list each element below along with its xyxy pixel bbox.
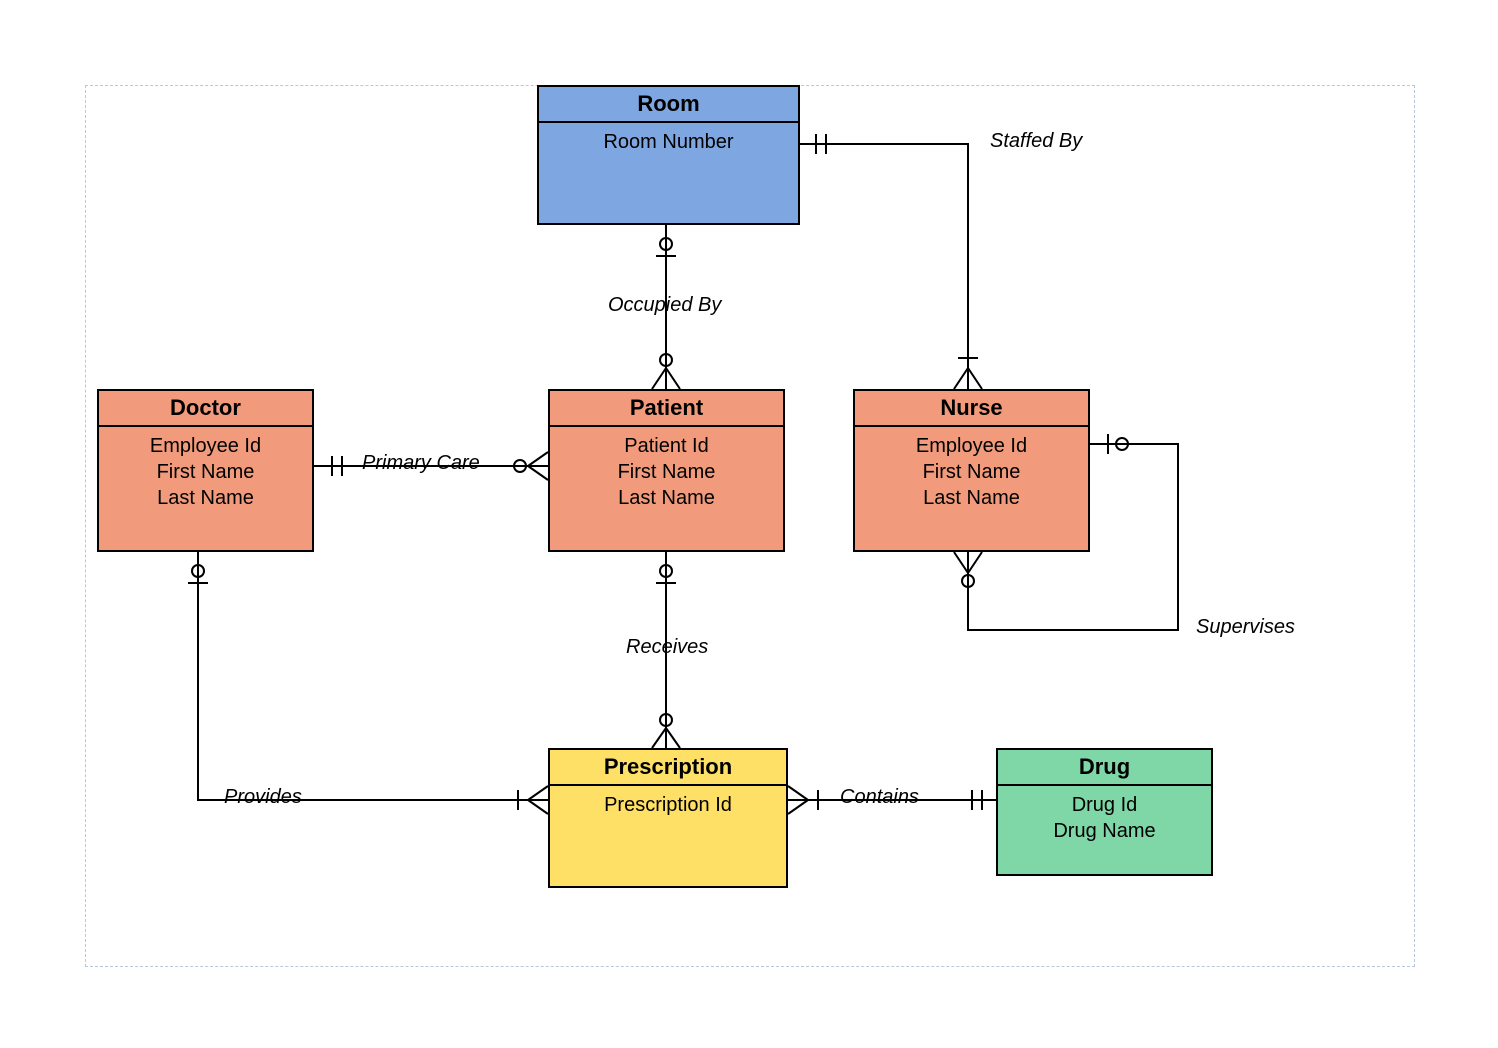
entity-attr: Employee Id	[855, 433, 1088, 459]
entity-nurse[interactable]: Nurse Employee Id First Name Last Name	[853, 389, 1090, 552]
rel-receives: Receives	[626, 636, 708, 659]
entity-attr: First Name	[855, 459, 1088, 485]
entity-doctor[interactable]: Doctor Employee Id First Name Last Name	[97, 389, 314, 552]
entity-title: Doctor	[99, 391, 312, 427]
entity-attr: Last Name	[855, 485, 1088, 511]
rel-primary-care: Primary Care	[362, 452, 480, 475]
entity-attr: Last Name	[550, 485, 783, 511]
entity-drug[interactable]: Drug Drug Id Drug Name	[996, 748, 1213, 876]
entity-prescription[interactable]: Prescription Prescription Id	[548, 748, 788, 888]
entity-room[interactable]: Room Room Number	[537, 85, 800, 225]
entity-attr: Employee Id	[99, 433, 312, 459]
entity-attr: Last Name	[99, 485, 312, 511]
entity-attr: First Name	[99, 459, 312, 485]
entity-attr: Room Number	[539, 129, 798, 155]
entity-title: Nurse	[855, 391, 1088, 427]
rel-staffed-by: Staffed By	[990, 130, 1082, 153]
entity-attr: Patient Id	[550, 433, 783, 459]
entity-attr: First Name	[550, 459, 783, 485]
rel-contains: Contains	[840, 786, 919, 809]
entity-attr: Drug Id	[998, 792, 1211, 818]
entity-title: Patient	[550, 391, 783, 427]
rel-occupied-by: Occupied By	[608, 294, 721, 317]
entity-attr: Prescription Id	[550, 792, 786, 818]
rel-provides: Provides	[224, 786, 302, 809]
entity-patient[interactable]: Patient Patient Id First Name Last Name	[548, 389, 785, 552]
entity-attr: Drug Name	[998, 818, 1211, 844]
entity-title: Drug	[998, 750, 1211, 786]
rel-supervises: Supervises	[1196, 616, 1295, 639]
entity-title: Prescription	[550, 750, 786, 786]
entity-title: Room	[539, 87, 798, 123]
